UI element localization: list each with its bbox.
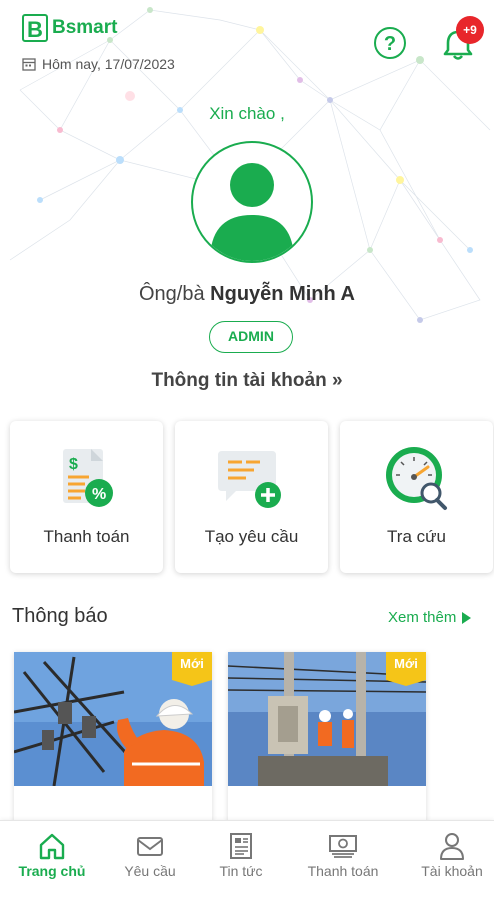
- meter-lookup-icon: [386, 447, 447, 510]
- brand-logo-mark: B: [22, 14, 48, 42]
- brand-name: Bsmart: [52, 17, 118, 38]
- create-request-icon: [218, 451, 281, 508]
- help-button[interactable]: ?: [374, 27, 406, 59]
- create-request-card-label: Tạo yêu cầu: [204, 527, 299, 546]
- user-name-line: Ông/bà Nguyễn Minh A: [0, 283, 494, 306]
- current-date: Hôm nay, 17/07/2023: [42, 56, 175, 72]
- calendar-icon: [22, 58, 36, 71]
- cash-icon: [329, 835, 357, 858]
- new-badge: Mới: [172, 652, 212, 686]
- svg-text:%: %: [92, 486, 106, 503]
- help-circle-icon: ?: [383, 33, 397, 55]
- nav-home-label: Trang chủ: [18, 863, 86, 879]
- user-name: Nguyễn Minh A: [210, 283, 355, 305]
- nav-account-label: Tài khoản: [421, 863, 483, 879]
- newspaper-icon: [230, 833, 252, 859]
- nav-payment[interactable]: Thanh toán: [294, 831, 392, 879]
- nav-requests-label: Yêu cầu: [124, 863, 176, 879]
- avatar: [191, 141, 313, 263]
- nav-news-label: Tin tức: [219, 863, 263, 879]
- user-avatar-icon: [210, 163, 294, 261]
- notifications-title: Thông báo: [12, 605, 108, 627]
- lookup-card[interactable]: Tra cứu: [340, 421, 493, 573]
- see-more-link[interactable]: Xem thêm: [388, 609, 472, 626]
- svg-text:$: $: [69, 456, 78, 473]
- see-more-label: Xem thêm: [388, 609, 457, 626]
- user-icon: [440, 833, 464, 860]
- news-card[interactable]: Mới: [228, 652, 426, 822]
- nav-home[interactable]: Trang chủ: [3, 831, 101, 879]
- payment-card-label: Thanh toán: [43, 527, 130, 546]
- new-badge: Mới: [386, 652, 426, 686]
- bottom-nav: Trang chủ Yêu cầu Tin tức Thanh toán Tài…: [0, 820, 494, 901]
- greeting-text: Xin chào ,: [209, 104, 285, 123]
- news-card[interactable]: Mới: [14, 652, 212, 822]
- role-badge: ADMIN: [209, 321, 293, 353]
- notification-count-badge: +9: [456, 16, 484, 44]
- nav-news[interactable]: Tin tức: [192, 831, 290, 879]
- lookup-card-label: Tra cứu: [387, 527, 446, 546]
- salutation: Ông/bà: [139, 283, 205, 305]
- mail-icon: [137, 837, 163, 856]
- nav-account[interactable]: Tài khoản: [403, 831, 494, 879]
- nav-payment-label: Thanh toán: [307, 863, 379, 879]
- create-request-card[interactable]: Tạo yêu cầu: [175, 421, 328, 573]
- brand-logo: B Bsmart: [22, 14, 117, 42]
- payment-card[interactable]: $ % Thanh toán: [10, 421, 163, 573]
- play-arrow-icon: [462, 611, 472, 624]
- date-row: Hôm nay, 17/07/2023: [22, 56, 175, 72]
- home-icon: [39, 833, 65, 860]
- nav-requests[interactable]: Yêu cầu: [101, 831, 199, 879]
- payment-bill-icon: $ %: [63, 449, 113, 507]
- account-info-link[interactable]: Thông tin tài khoản »: [0, 370, 494, 392]
